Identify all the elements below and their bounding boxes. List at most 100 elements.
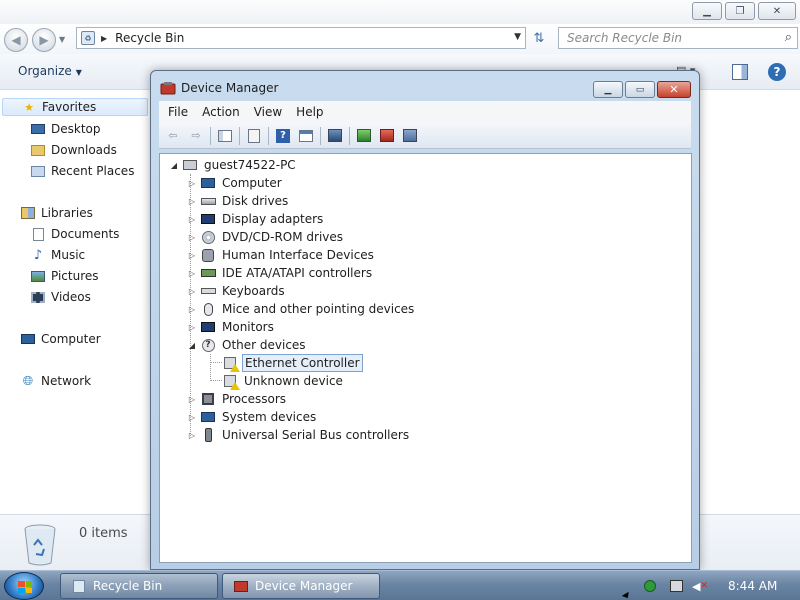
- address-bar[interactable]: ♻ ▶ Recycle Bin ▼: [76, 27, 526, 49]
- nav-item-pictures[interactable]: Pictures: [30, 267, 99, 285]
- dm-window-controls: ▁ ▭ ✕: [593, 81, 691, 98]
- nav-item-desktop[interactable]: Desktop: [30, 120, 101, 138]
- back-button[interactable]: ◀: [4, 28, 28, 52]
- forward-arrow-icon[interactable]: ⇨: [187, 127, 205, 145]
- nav-network[interactable]: 🌐︎ Network: [20, 372, 91, 390]
- expand-arrow-icon[interactable]: ▷: [188, 215, 196, 224]
- menu-file[interactable]: File: [168, 105, 188, 119]
- nav-item-music[interactable]: ♪ Music: [30, 246, 85, 264]
- taskbar-button-label: Recycle Bin: [93, 579, 163, 593]
- refresh-button[interactable]: ⇅: [528, 27, 550, 49]
- expand-arrow-icon[interactable]: ▷: [188, 251, 196, 260]
- expand-arrow-icon[interactable]: ▷: [188, 431, 196, 440]
- toolbar-separator: [210, 126, 211, 145]
- tree-category-hid[interactable]: ▷ Human Interface Devices: [188, 246, 376, 264]
- tree-category-display-adapters[interactable]: ▷ Display adapters: [188, 210, 325, 228]
- search-input[interactable]: Search Recycle Bin ⌕: [558, 27, 798, 49]
- search-icon[interactable]: ⌕: [785, 30, 792, 45]
- back-arrow-icon[interactable]: ⇦: [164, 127, 182, 145]
- explorer-titlebar: ▁ ❐ ✕: [0, 0, 800, 24]
- hid-icon: [200, 248, 216, 262]
- nav-item-documents[interactable]: Documents: [30, 225, 119, 243]
- tree-root[interactable]: ◢ guest74522-PC: [170, 156, 298, 174]
- dm-close-button[interactable]: ✕: [657, 81, 691, 98]
- clock[interactable]: 8:44 AM: [728, 579, 777, 593]
- nav-item-label: Videos: [51, 290, 91, 304]
- expand-arrow-icon[interactable]: ▷: [188, 323, 196, 332]
- nav-item-recent-places[interactable]: Recent Places: [30, 162, 134, 180]
- show-hide-console-tree-icon[interactable]: [216, 127, 234, 145]
- category-label: System devices: [222, 410, 317, 424]
- tree-device-ethernet-controller[interactable]: Ethernet Controller: [222, 354, 363, 372]
- disable-device-icon[interactable]: [401, 127, 419, 145]
- menu-view[interactable]: View: [254, 105, 282, 119]
- computer-icon: [200, 176, 216, 190]
- help-button[interactable]: ?: [768, 63, 786, 81]
- tree-line: [210, 380, 222, 381]
- minimize-button[interactable]: ▁: [692, 2, 722, 20]
- minimize-icon: ▁: [604, 84, 612, 95]
- expand-arrow-icon[interactable]: ▷: [188, 305, 196, 314]
- search-placeholder[interactable]: Search Recycle Bin: [567, 31, 682, 45]
- forward-button[interactable]: ▶: [32, 28, 56, 52]
- tree-device-unknown-device[interactable]: Unknown device: [222, 372, 345, 390]
- recent-pages-dropdown[interactable]: ▼: [59, 35, 65, 44]
- tree-category-processors[interactable]: ▷ Processors: [188, 390, 288, 408]
- nav-computer[interactable]: Computer: [20, 330, 101, 348]
- show-hidden-icon[interactable]: [297, 127, 315, 145]
- network-status-icon[interactable]: [668, 579, 684, 593]
- tree-category-computer[interactable]: ▷ Computer: [188, 174, 284, 192]
- uninstall-icon[interactable]: [378, 127, 396, 145]
- recycle-bin-icon: [24, 524, 56, 566]
- collapse-arrow-icon[interactable]: ◢: [188, 341, 196, 350]
- device-manager-window: Device Manager ▁ ▭ ✕ File Action View He…: [150, 70, 700, 570]
- action-center-icon[interactable]: [642, 579, 658, 593]
- update-driver-icon[interactable]: [355, 127, 373, 145]
- menu-action[interactable]: Action: [202, 105, 240, 119]
- volume-icon[interactable]: ◀ ✕: [692, 579, 708, 593]
- recent-places-icon: [30, 164, 46, 178]
- tree-category-mice[interactable]: ▷ Mice and other pointing devices: [188, 300, 416, 318]
- scan-hardware-icon[interactable]: [326, 127, 344, 145]
- nav-item-videos[interactable]: Videos: [30, 288, 91, 306]
- expand-arrow-icon[interactable]: ▷: [188, 233, 196, 242]
- expand-arrow-icon[interactable]: ▷: [188, 179, 196, 188]
- tree-category-other-devices[interactable]: ◢ ? Other devices: [188, 336, 308, 354]
- properties-icon[interactable]: [245, 127, 263, 145]
- tree-category-disk-drives[interactable]: ▷ Disk drives: [188, 192, 290, 210]
- collapse-arrow-icon[interactable]: ◢: [170, 161, 178, 170]
- start-button[interactable]: [4, 572, 44, 600]
- breadcrumb-separator-icon[interactable]: ▶: [101, 34, 107, 43]
- pictures-icon: [30, 269, 46, 283]
- expand-arrow-icon[interactable]: ▷: [188, 269, 196, 278]
- taskbar-button-recycle-bin[interactable]: Recycle Bin: [60, 573, 218, 599]
- nav-favorites[interactable]: ★ Favorites: [2, 98, 148, 116]
- restore-button[interactable]: ❐: [725, 2, 755, 20]
- tree-category-monitors[interactable]: ▷ Monitors: [188, 318, 276, 336]
- preview-pane-button[interactable]: [732, 64, 748, 80]
- taskbar-button-device-manager[interactable]: Device Manager: [222, 573, 380, 599]
- close-button[interactable]: ✕: [758, 2, 796, 20]
- tree-category-keyboards[interactable]: ▷ Keyboards: [188, 282, 287, 300]
- address-location[interactable]: Recycle Bin: [115, 31, 184, 45]
- address-dropdown-icon[interactable]: ▼: [514, 32, 521, 42]
- tree-category-ide-controllers[interactable]: ▷ IDE ATA/ATAPI controllers: [188, 264, 374, 282]
- expand-arrow-icon[interactable]: ▷: [188, 197, 196, 206]
- expand-arrow-icon[interactable]: ▷: [188, 287, 196, 296]
- category-label: Processors: [222, 392, 287, 406]
- refresh-icon: ⇅: [533, 30, 545, 46]
- dm-maximize-button[interactable]: ▭: [625, 81, 655, 98]
- organize-button[interactable]: Organize ▼: [18, 64, 82, 78]
- tree-category-dvd-drives[interactable]: ▷ DVD/CD-ROM drives: [188, 228, 345, 246]
- expand-arrow-icon[interactable]: ▷: [188, 413, 196, 422]
- desktop-icon: [30, 122, 46, 136]
- nav-libraries[interactable]: Libraries: [20, 204, 93, 222]
- help-icon[interactable]: ?: [274, 127, 292, 145]
- dm-minimize-button[interactable]: ▁: [593, 81, 623, 98]
- tree-category-usb-controllers[interactable]: ▷ Universal Serial Bus controllers: [188, 426, 411, 444]
- expand-arrow-icon[interactable]: ▷: [188, 395, 196, 404]
- tree-category-system-devices[interactable]: ▷ System devices: [188, 408, 318, 426]
- category-label: Human Interface Devices: [222, 248, 374, 262]
- menu-help[interactable]: Help: [296, 105, 323, 119]
- nav-item-downloads[interactable]: Downloads: [30, 141, 117, 159]
